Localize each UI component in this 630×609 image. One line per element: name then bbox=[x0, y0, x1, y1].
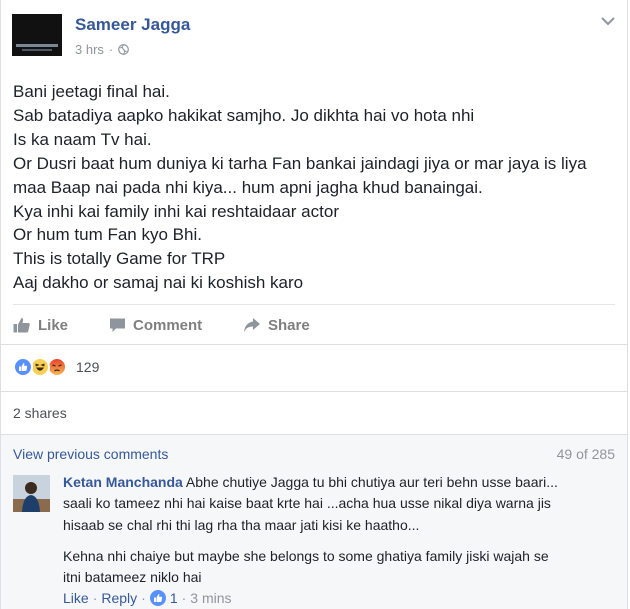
share-icon bbox=[244, 318, 260, 332]
comment-icon bbox=[110, 318, 125, 332]
post-line: Or Dusri baat hum duniya ki tarha Fan ba… bbox=[13, 153, 587, 173]
comment-text: hisaab se chal rhi thi lag rha tha maar … bbox=[63, 516, 420, 533]
comment-continuation: Kehna nhi chaiye but maybe she belongs t… bbox=[63, 546, 617, 589]
post-card: Sameer Jagga 3 hrs · Bani jeetagi final … bbox=[0, 0, 628, 609]
reaction-count[interactable]: 129 bbox=[76, 359, 99, 375]
post-line: Is ka naam Tv hai. bbox=[13, 129, 152, 149]
post-body: Bani jeetagi final hai. Sab batadiya aap… bbox=[13, 80, 615, 295]
globe-icon bbox=[118, 44, 130, 55]
divider bbox=[1, 434, 627, 435]
comment-label: Comment bbox=[133, 316, 203, 334]
comment-text: Abhe chutiye Jagga tu bhi chutiya aur te… bbox=[182, 474, 558, 490]
like-button[interactable]: Like bbox=[13, 317, 109, 334]
comment-actions: Like · Reply · 1 · 3 mins bbox=[63, 590, 232, 606]
haha-reaction-icon bbox=[30, 357, 50, 377]
comment-like-count[interactable]: 1 bbox=[170, 590, 178, 606]
post-line: Kya inhi kai family inhi kai reshtaidaar… bbox=[13, 201, 339, 221]
comment: Ketan Manchanda Abhe chutiye Jagga tu bh… bbox=[63, 472, 617, 536]
post-line: Sab batadiya aapko hakikat samjho. Jo di… bbox=[13, 105, 475, 125]
post-author[interactable]: Sameer Jagga bbox=[75, 15, 190, 35]
post-meta: 3 hrs · bbox=[75, 42, 130, 57]
post-line: maa Baap nai pada nhi kiya... hum apni j… bbox=[13, 177, 483, 197]
comment-like-link[interactable]: Like bbox=[63, 590, 89, 606]
post-line: Aaj dakho or samaj nai ki koshish karo bbox=[13, 273, 304, 293]
post-line: Bani jeetagi final hai. bbox=[13, 82, 170, 101]
view-previous-comments-link[interactable]: View previous comments bbox=[13, 446, 168, 462]
action-bar: Like Comment Share bbox=[13, 312, 310, 338]
commenter-avatar[interactable] bbox=[13, 475, 50, 512]
comment-button[interactable]: Comment bbox=[109, 317, 243, 334]
comment-reply-link[interactable]: Reply bbox=[101, 590, 137, 606]
separator: · bbox=[181, 590, 187, 606]
profile-avatar[interactable] bbox=[12, 14, 62, 56]
share-label: Share bbox=[268, 316, 310, 334]
share-button[interactable]: Share bbox=[243, 317, 310, 334]
like-badge-icon bbox=[149, 590, 166, 606]
meta-separator: · bbox=[108, 42, 114, 57]
separator: · bbox=[141, 590, 146, 606]
comment-text: saali ko tameez nhi hai kaise baat krte … bbox=[63, 495, 551, 512]
divider bbox=[1, 344, 627, 345]
comment-counter: 49 of 285 bbox=[556, 446, 615, 462]
reactions-summary[interactable]: 129 bbox=[13, 357, 99, 377]
comment-author[interactable]: Ketan Manchanda bbox=[63, 474, 183, 490]
post-timestamp[interactable]: 3 hrs bbox=[75, 42, 104, 57]
post-line: Or hum tum Fan kyo Bhi. bbox=[13, 225, 202, 245]
like-reaction-icon bbox=[13, 357, 33, 377]
chevron-down-icon[interactable] bbox=[601, 16, 615, 26]
shares-count[interactable]: 2 shares bbox=[13, 405, 67, 421]
angry-reaction-icon bbox=[47, 357, 67, 377]
divider bbox=[13, 304, 615, 305]
comment-text: itni batameez niklo hai bbox=[63, 569, 202, 586]
comment-time[interactable]: 3 mins bbox=[190, 590, 231, 606]
divider bbox=[1, 391, 627, 392]
post-line: This is totally Game for TRP bbox=[13, 249, 226, 269]
comment-text: Kehna nhi chaiye but maybe she belongs t… bbox=[63, 548, 549, 564]
separator: · bbox=[92, 590, 98, 606]
like-label: Like bbox=[38, 316, 69, 334]
thumbs-up-icon bbox=[13, 318, 30, 333]
